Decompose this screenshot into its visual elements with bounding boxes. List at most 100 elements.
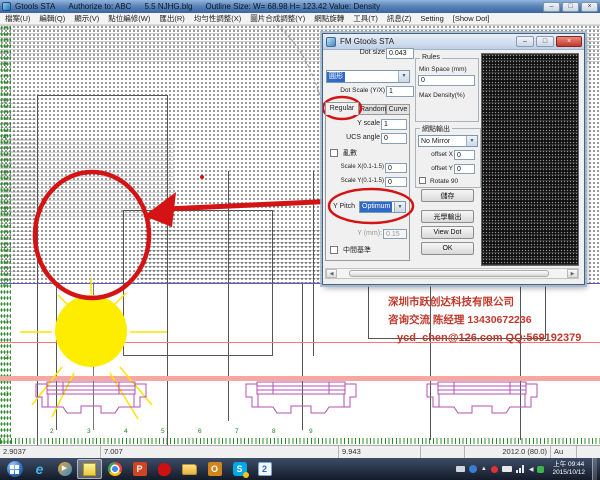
y-mm-label: Y (mm): bbox=[346, 230, 382, 237]
rotate-checkbox-label: Rotate 90 bbox=[430, 178, 458, 185]
mirror-select[interactable]: No Mirror ▼ bbox=[418, 135, 478, 147]
taskbar-item-powerpoint[interactable]: P bbox=[127, 459, 152, 479]
scroll-right-arrow-icon[interactable]: ▶ bbox=[567, 269, 578, 278]
hruler-label: 9 bbox=[309, 428, 313, 435]
system-tray: ▲ ◀ 上午 09:44 2015/10/12 bbox=[456, 458, 600, 480]
taskbar-item-chrome[interactable] bbox=[102, 459, 127, 479]
chrome-icon bbox=[108, 462, 122, 476]
taskbar-item-outlook[interactable]: O bbox=[202, 459, 227, 479]
taskbar-item-explorer[interactable] bbox=[177, 459, 202, 479]
show-desktop-button[interactable] bbox=[592, 458, 597, 480]
dense-dot-band-mid bbox=[0, 140, 174, 220]
offset-y-field[interactable]: 0 bbox=[454, 164, 475, 174]
dialog-icon bbox=[326, 37, 336, 47]
random-checkbox[interactable] bbox=[330, 149, 338, 157]
y-pitch-select[interactable]: Optimum ▼ bbox=[359, 201, 406, 213]
rotate-checkbox-row[interactable]: Rotate 90 bbox=[419, 177, 458, 186]
y-scale-field[interactable]: 1 bbox=[381, 119, 407, 130]
minimize-button[interactable]: – bbox=[543, 2, 560, 12]
watermark-contact: 咨询交流 陈经理 13430672236 bbox=[388, 311, 581, 329]
taskbar-item-q2-app[interactable]: 2 bbox=[252, 459, 277, 479]
start-button[interactable] bbox=[2, 459, 27, 479]
tray-alert-icon[interactable] bbox=[491, 466, 498, 473]
tray-battery-icon[interactable] bbox=[502, 466, 512, 472]
dropdown-arrow-icon[interactable]: ▼ bbox=[398, 71, 409, 82]
dialog-titlebar[interactable]: FM Gtools STA – □ × bbox=[323, 34, 584, 50]
dialog-minimize-button[interactable]: – bbox=[516, 36, 534, 47]
rotate-checkbox[interactable] bbox=[419, 177, 426, 184]
vruler-label: 5 bbox=[3, 98, 7, 105]
taskbar-item-skype[interactable]: S bbox=[227, 459, 252, 479]
scale-y-field[interactable]: 0 bbox=[385, 177, 407, 187]
window-controls: – □ × bbox=[543, 2, 598, 12]
menu-item-message[interactable]: 訊息(Z) bbox=[387, 13, 412, 24]
scale-x-field[interactable]: 0 bbox=[385, 163, 407, 173]
menu-item-uniformity[interactable]: 均勻性調整(X) bbox=[194, 13, 242, 24]
offset-x-field[interactable]: 0 bbox=[454, 150, 475, 160]
min-space-label: Min Space (mm) bbox=[419, 66, 467, 73]
status-coord-z: 9.943 bbox=[339, 446, 421, 458]
panel-outline bbox=[37, 95, 168, 96]
dialog-close-button[interactable]: × bbox=[556, 36, 582, 47]
menu-item-image-adjust[interactable]: 圖片合成調整(Y) bbox=[250, 13, 305, 24]
close-button[interactable]: × bbox=[581, 2, 598, 12]
fm-gtools-sta-dialog[interactable]: FM Gtools STA – □ × Dot size 0.043 圓形 ▼ … bbox=[322, 33, 585, 285]
menu-item-show-dot[interactable]: [Show Dot] bbox=[453, 14, 490, 23]
output-group-title: 網點輸出 bbox=[420, 124, 452, 134]
dialog-maximize-button[interactable]: □ bbox=[536, 36, 554, 47]
dialog-hscrollbar[interactable]: ◀ ▶ bbox=[325, 268, 579, 279]
panel-outline bbox=[368, 283, 369, 339]
save-button[interactable]: 儲存 bbox=[421, 189, 474, 202]
media-player-icon: ▶ bbox=[58, 462, 72, 476]
dropdown-arrow-icon[interactable]: ▼ bbox=[466, 136, 477, 146]
tray-volume-icon[interactable]: ◀ bbox=[529, 466, 534, 473]
menu-item-dot-rotate[interactable]: 網點旋轉 bbox=[314, 13, 344, 24]
panel-outline bbox=[167, 95, 168, 445]
taskbar-clock[interactable]: 上午 09:44 2015/10/12 bbox=[552, 461, 585, 477]
dot-preview-panel bbox=[481, 53, 579, 266]
menu-item-view[interactable]: 顯示(V) bbox=[74, 13, 99, 24]
sticky-notes-icon bbox=[83, 463, 96, 476]
tab-regular[interactable]: Regular bbox=[325, 102, 359, 115]
optical-output-button[interactable]: 光學輸出 bbox=[421, 210, 474, 223]
menu-item-dot-edit[interactable]: 點位編修(W) bbox=[108, 13, 150, 24]
tray-shield-icon[interactable] bbox=[469, 465, 477, 473]
min-space-field[interactable]: 0 bbox=[418, 75, 475, 86]
ok-button[interactable]: OK bbox=[421, 242, 474, 255]
status-mode: Au bbox=[551, 446, 577, 458]
menu-item-export[interactable]: 匯出(R) bbox=[159, 13, 184, 24]
taskbar-item-media-player[interactable]: ▶ bbox=[52, 459, 77, 479]
dot-scale-field[interactable]: 1 bbox=[386, 86, 414, 97]
tray-expand-icon[interactable]: ▲ bbox=[481, 466, 487, 472]
tray-update-icon[interactable] bbox=[537, 466, 544, 473]
clock-time: 上午 09:44 bbox=[552, 461, 585, 469]
random-checkbox-row[interactable]: 亂數 bbox=[330, 148, 357, 159]
view-dot-button[interactable]: View Dot bbox=[421, 226, 474, 239]
ucs-angle-field[interactable]: 0 bbox=[381, 133, 407, 144]
panel-outline bbox=[302, 283, 303, 430]
offset-y-label: offset Y bbox=[423, 165, 453, 172]
middle-checkbox[interactable] bbox=[330, 246, 338, 254]
taskbar-item-sticky-notes[interactable] bbox=[77, 459, 102, 479]
dropdown-arrow-icon[interactable]: ▼ bbox=[394, 202, 405, 212]
maximize-button[interactable]: □ bbox=[562, 2, 579, 12]
middle-checkbox-row[interactable]: 中間基準 bbox=[330, 245, 371, 256]
taskbar-item-ie[interactable]: e bbox=[27, 459, 52, 479]
window-titlebar[interactable]: Gtools STA Authorize to: ABC 5.5 NJHG.bl… bbox=[0, 0, 600, 13]
scrollbar-thumb[interactable] bbox=[349, 270, 549, 277]
dot-size-field[interactable]: 0.043 bbox=[386, 48, 414, 59]
scroll-left-arrow-icon[interactable]: ◀ bbox=[326, 269, 337, 278]
ucs-angle-label: UCS angle bbox=[331, 134, 380, 141]
menu-item-file[interactable]: 檔案(U) bbox=[5, 13, 30, 24]
dot-size-label: Dot size bbox=[341, 49, 385, 56]
shape-select[interactable]: 圓形 ▼ bbox=[326, 70, 410, 83]
menu-item-tools[interactable]: 工具(T) bbox=[353, 13, 378, 24]
tray-briefcase-icon[interactable] bbox=[456, 466, 465, 472]
tray-network-icon[interactable] bbox=[516, 465, 525, 473]
menu-item-setting[interactable]: Setting bbox=[420, 14, 443, 23]
taskbar-item-red-app[interactable] bbox=[152, 459, 177, 479]
hruler-label: 7 bbox=[235, 428, 239, 435]
middle-checkbox-label: 中間基準 bbox=[343, 247, 371, 254]
yellow-sun-circle bbox=[55, 295, 127, 367]
menu-item-edit[interactable]: 編輯(Q) bbox=[39, 13, 65, 24]
